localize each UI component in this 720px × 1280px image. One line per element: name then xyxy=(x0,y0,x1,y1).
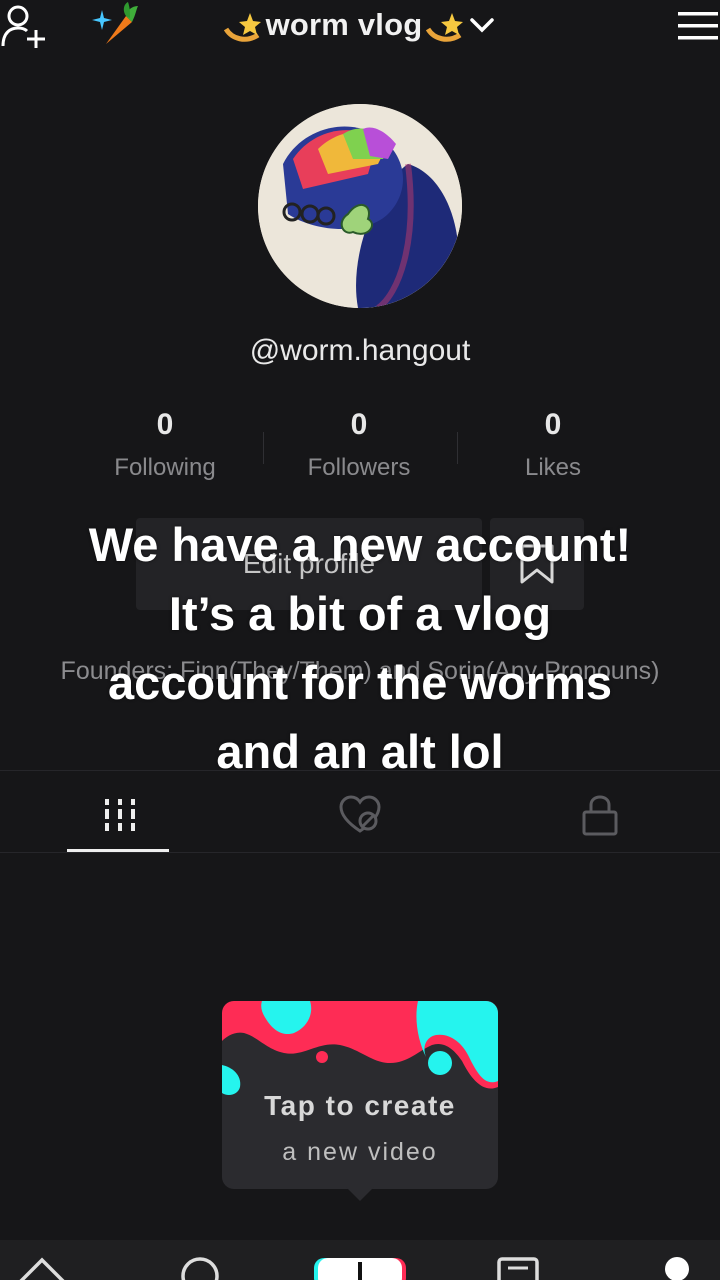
create-card-title: Tap to create xyxy=(264,1090,456,1121)
tabs-divider xyxy=(0,852,720,853)
profile-icon[interactable] xyxy=(662,1254,692,1280)
add-user-icon[interactable] xyxy=(0,2,48,50)
account-switcher[interactable]: worm vlog xyxy=(200,0,520,50)
caption-line: account for the worms xyxy=(107,656,612,709)
create-plus-icon[interactable] xyxy=(312,1256,408,1280)
create-card-pointer xyxy=(346,1187,374,1201)
followers-stat[interactable]: 0 Followers xyxy=(249,408,469,482)
inbox-icon[interactable] xyxy=(496,1256,540,1280)
tab-liked[interactable] xyxy=(240,778,480,852)
hamburger-menu-icon[interactable] xyxy=(674,8,720,44)
likes-stat[interactable]: 0 Likes xyxy=(443,408,663,482)
discover-icon[interactable] xyxy=(178,1254,222,1280)
caption-line: It’s a bit of a vlog xyxy=(168,587,552,640)
lock-icon xyxy=(582,795,618,836)
liked-videos-icon xyxy=(339,795,381,833)
following-count: 0 xyxy=(156,408,174,441)
videos-grid-icon xyxy=(105,799,135,831)
home-icon[interactable] xyxy=(16,1254,68,1280)
create-card-subtitle: a new video xyxy=(282,1138,438,1166)
followers-count: 0 xyxy=(350,408,368,441)
following-label: Following xyxy=(114,454,216,481)
tabs-divider xyxy=(0,770,720,771)
shooting-star-icon xyxy=(223,13,261,42)
video-caption-overlay: We have a new account! It’s a bit of a v… xyxy=(0,510,720,786)
tab-videos[interactable] xyxy=(0,778,240,852)
sparkle-carrot-icon xyxy=(92,2,142,48)
username-handle: @worm.hangout xyxy=(249,334,471,367)
following-stat[interactable]: 0 Following xyxy=(55,408,275,482)
caption-line: and an alt lol xyxy=(216,725,504,778)
tab-private[interactable] xyxy=(480,778,720,852)
account-name: worm vlog xyxy=(265,7,423,42)
followers-label: Followers xyxy=(307,454,411,481)
likes-count: 0 xyxy=(544,408,562,441)
bottom-navigation xyxy=(0,1240,720,1280)
likes-label: Likes xyxy=(524,454,582,481)
caption-line: We have a new account! xyxy=(88,518,632,571)
shooting-star-icon xyxy=(426,13,464,42)
chevron-down-icon[interactable] xyxy=(468,15,496,35)
avatar[interactable] xyxy=(258,104,462,308)
